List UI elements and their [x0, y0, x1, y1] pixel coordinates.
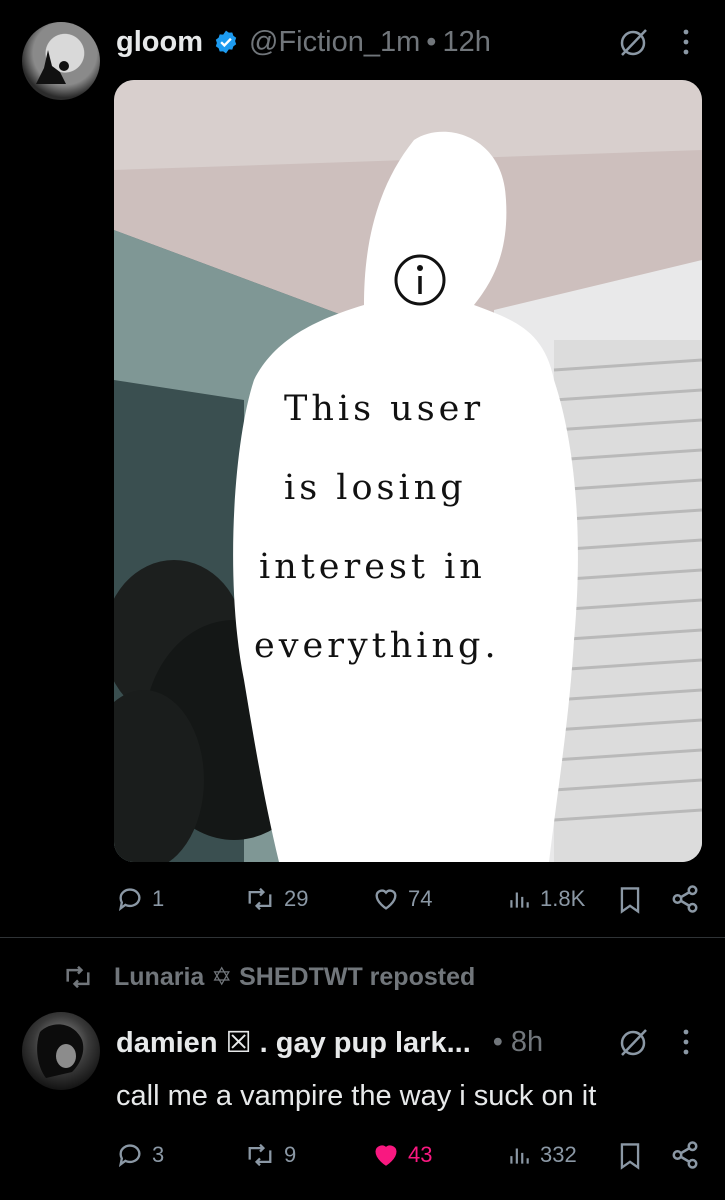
like-count: 43 [408, 1142, 433, 1167]
views-icon [510, 892, 529, 908]
timestamp[interactable]: 12h [442, 26, 490, 59]
view-count: 332 [540, 1142, 577, 1167]
repost-count: 9 [284, 1142, 297, 1167]
like-count: 74 [408, 886, 433, 911]
reply-icon [118, 888, 141, 912]
reply-count: 3 [152, 1142, 165, 1167]
handle[interactable]: @Fiction_1m [249, 26, 420, 59]
display-name[interactable]: gloom [116, 26, 203, 59]
avatar[interactable] [22, 1012, 100, 1090]
view-count: 1.8K [540, 886, 586, 911]
tweet-media-image[interactable]: This user is losing interest in everythi… [114, 80, 702, 862]
repost-banner-text: Lunaria ✡ SHEDTWT reposted [114, 963, 476, 991]
repost-count: 29 [284, 886, 309, 911]
avatar[interactable] [22, 22, 100, 100]
heart-filled-icon [375, 1145, 397, 1166]
views-icon [510, 1148, 529, 1164]
more-options-icon[interactable] [676, 26, 696, 63]
repost-button[interactable]: 9 [244, 1141, 296, 1169]
info-icon [392, 252, 448, 313]
share-icon [672, 885, 698, 913]
reply-button[interactable]: 1 [116, 885, 164, 913]
separator: • [426, 25, 437, 58]
bookmark-icon [620, 1143, 640, 1170]
repost-banner[interactable]: Lunaria ✡ SHEDTWT reposted [62, 962, 475, 992]
bookmark-button[interactable] [618, 1141, 642, 1171]
tweet-text: call me a vampire the way i suck on it [116, 1080, 597, 1112]
share-button[interactable] [670, 884, 700, 914]
separator: • [492, 1025, 503, 1058]
repost-icon [248, 887, 272, 911]
share-button[interactable] [670, 1140, 700, 1170]
reply-icon [118, 1144, 141, 1168]
reply-button[interactable]: 3 [116, 1141, 164, 1169]
grok-icon[interactable] [616, 1024, 652, 1065]
avatar-silhouette-icon [36, 50, 69, 84]
display-name[interactable]: damien ☒ . gay pup lark... [116, 1025, 471, 1060]
more-options-icon[interactable] [676, 1026, 696, 1063]
timestamp[interactable]: 8h [511, 1026, 543, 1059]
tweet-header: gloom @Fiction_1m • 12h [116, 24, 491, 60]
media-caption: This user is losing interest in everythi… [244, 370, 584, 686]
divider [0, 937, 725, 938]
media-caption-line: everything. [254, 626, 500, 666]
bookmark-icon [620, 887, 640, 914]
repost-icon [66, 965, 90, 989]
repost-button[interactable]: 29 [244, 885, 308, 913]
media-caption-line: This user [284, 389, 485, 429]
views-button[interactable]: 1.8K [506, 885, 585, 913]
share-icon [672, 1141, 698, 1169]
reply-count: 1 [152, 886, 165, 911]
media-caption-line: interest in [259, 547, 486, 587]
views-button[interactable]: 332 [506, 1141, 577, 1169]
grok-icon[interactable] [616, 24, 652, 65]
repost-icon [248, 1143, 272, 1167]
tweet-header: damien ☒ . gay pup lark... • 8h [116, 1024, 543, 1060]
verified-badge-icon [213, 29, 239, 55]
heart-icon [375, 889, 397, 910]
media-caption-line: is losing [284, 468, 467, 508]
like-button[interactable]: 74 [372, 885, 432, 913]
avatar-portrait-icon [37, 1024, 84, 1078]
bookmark-button[interactable] [618, 885, 642, 915]
like-button[interactable]: 43 [372, 1141, 432, 1169]
